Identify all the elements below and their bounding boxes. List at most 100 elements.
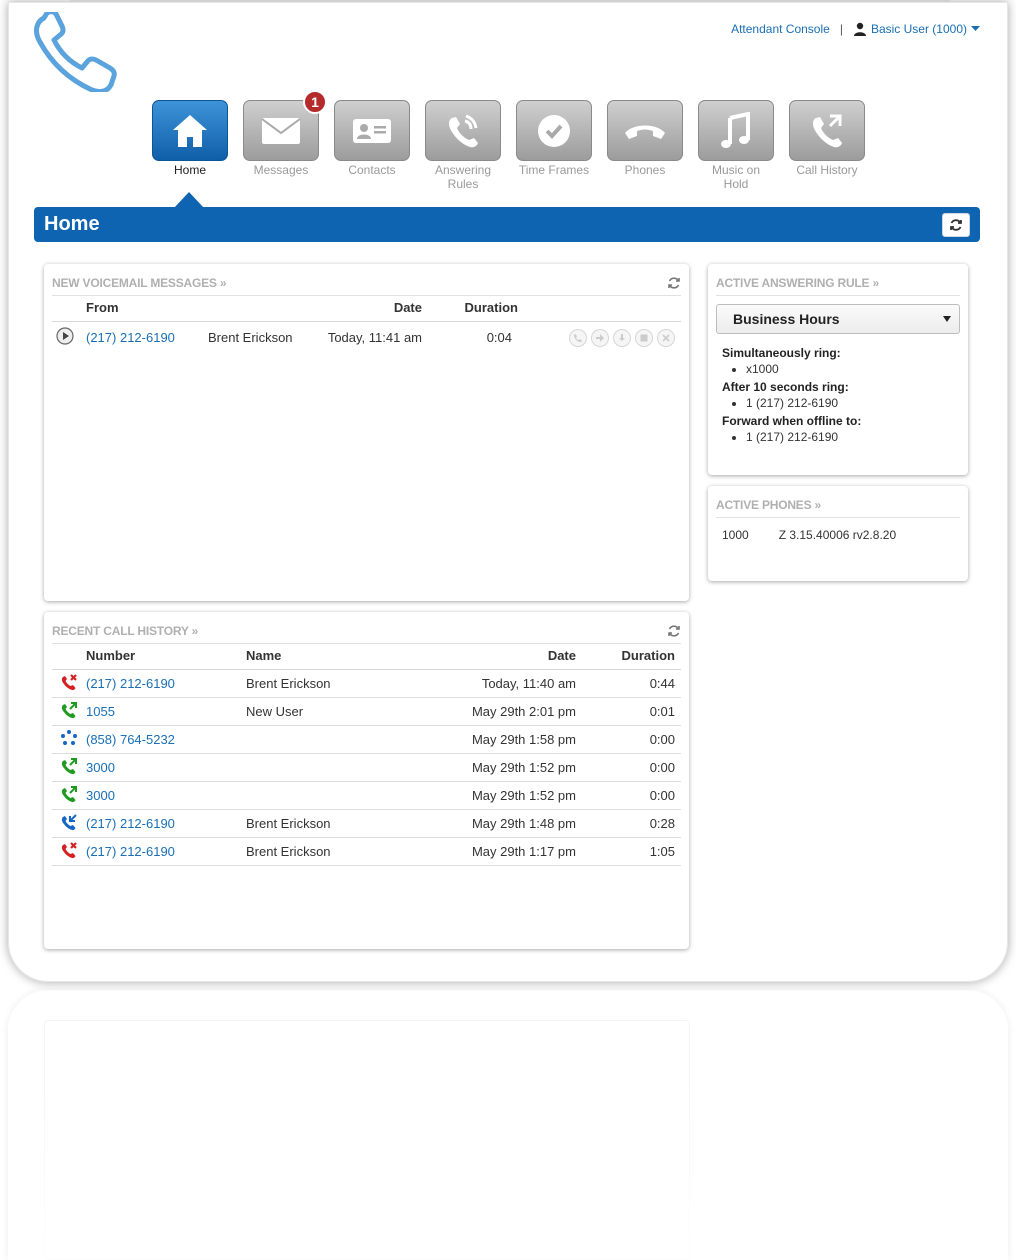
contact-card-icon	[353, 118, 391, 143]
ch-date: May 29th 1:17 pm	[406, 837, 576, 866]
call-history-row: 1055 New User May 29th 2:01 pm 0:01	[52, 697, 681, 726]
call-history-row: 3000 May 29th 1:52 pm 0:00	[52, 781, 681, 810]
tile-time-frames[interactable]: Time Frames	[516, 100, 592, 191]
tile-phones-label: Phones	[624, 163, 666, 177]
tile-home-button[interactable]	[152, 100, 228, 161]
envelope-icon	[261, 117, 301, 144]
answering-rule-details: Simultaneously ring: x1000 After 10 seco…	[716, 334, 960, 444]
ch-number[interactable]: 3000	[86, 760, 115, 775]
tile-contacts-button[interactable]	[334, 100, 410, 161]
user-menu-label: Basic User (1000)	[870, 22, 967, 36]
outgoing-call-icon	[61, 702, 77, 719]
ch-date: May 29th 2:01 pm	[406, 697, 576, 726]
vm-header-date: Date	[318, 296, 448, 322]
ch-number[interactable]: 1055	[86, 704, 115, 719]
call-history-row: (217) 212-6190 Brent Erickson May 29th 1…	[52, 837, 681, 866]
tile-contacts[interactable]: Contacts	[334, 100, 410, 191]
answering-rule-select[interactable]: Business Hours	[716, 304, 960, 334]
user-menu[interactable]: Basic User (1000)	[853, 22, 980, 36]
ch-name	[246, 753, 406, 782]
ch-date: May 29th 1:48 pm	[406, 809, 576, 838]
call-history-panel: RECENT CALL HISTORY » Number Name Date D…	[44, 612, 689, 949]
call-history-row: (217) 212-6190 Brent Erickson May 29th 1…	[52, 809, 681, 838]
ch-duration: 0:28	[576, 809, 681, 838]
active-tile-pointer	[174, 192, 204, 208]
voicemail-panel: NEW VOICEMAIL MESSAGES » From Date Durat…	[44, 264, 689, 601]
tile-music-on-hold[interactable]: Music on Hold	[698, 100, 774, 191]
vm-caller-number[interactable]: (217) 212-6190	[86, 330, 175, 345]
tile-answering-rules[interactable]: Answering Rules	[425, 100, 501, 191]
vm-header-duration: Duration	[448, 296, 518, 322]
ch-date: May 29th 1:52 pm	[406, 781, 576, 810]
page-refresh-button[interactable]	[942, 212, 970, 237]
active-phones-panel-header: ACTIVE PHONES »	[716, 496, 960, 518]
tile-time-frames-button[interactable]	[516, 100, 592, 161]
tile-phones-button[interactable]	[607, 100, 683, 161]
vm-caller-name: Brent Erickson	[208, 330, 293, 345]
rule-section-label: Simultaneously ring:	[722, 346, 841, 360]
select-caret-icon	[943, 316, 951, 322]
download-icon[interactable]	[613, 328, 631, 347]
call-history-refresh-icon[interactable]	[667, 624, 681, 638]
ch-date: May 29th 1:52 pm	[406, 753, 576, 782]
tile-music-on-hold-label: Music on Hold	[711, 163, 761, 191]
ch-header-number: Number	[86, 644, 246, 670]
clock-icon	[538, 114, 570, 147]
ch-number[interactable]: (217) 212-6190	[86, 816, 175, 831]
active-phones-panel: ACTIVE PHONES » 1000 Z 3.15.40006 rv2.8.…	[708, 486, 968, 581]
missed-call-icon	[61, 674, 77, 691]
tile-time-frames-label: Time Frames	[518, 163, 590, 177]
missed-call-icon	[61, 842, 77, 859]
voicemail-panel-title[interactable]: NEW VOICEMAIL MESSAGES »	[52, 276, 227, 290]
tile-phones[interactable]: Phones	[607, 100, 683, 191]
tile-answering-rules-button[interactable]	[425, 100, 501, 161]
tile-call-history-button[interactable]	[789, 100, 865, 161]
rule-section-item: x1000	[746, 362, 954, 376]
top-nav: Attendant Console | Basic User (1000)	[731, 22, 980, 36]
call-history-panel-title[interactable]: RECENT CALL HISTORY »	[52, 624, 198, 638]
phone-model: Z 3.15.40006 rv2.8.20	[778, 528, 897, 542]
call-history-table: Number Name Date Duration (217) 212-6190…	[52, 644, 681, 922]
ch-number[interactable]: (217) 212-6190	[86, 676, 175, 691]
ch-date: Today, 11:40 am	[406, 669, 576, 698]
ch-number[interactable]: (217) 212-6190	[86, 844, 175, 859]
tile-messages[interactable]: 1 Messages	[243, 90, 327, 191]
top-divider	[70, 0, 950, 2]
ch-number[interactable]: 3000	[86, 788, 115, 803]
tile-music-on-hold-button[interactable]	[698, 100, 774, 161]
rule-section-item: 1 (217) 212-6190	[746, 430, 954, 444]
phone-handset-icon	[625, 125, 665, 139]
messages-count-badge: 1	[303, 90, 327, 114]
ch-header-name: Name	[246, 644, 406, 670]
call-history-row: (217) 212-6190 Brent Erickson Today, 11:…	[52, 669, 681, 698]
call-history-row: (858) 764-5232 May 29th 1:58 pm 0:00	[52, 725, 681, 754]
ch-duration: 0:01	[576, 697, 681, 726]
dialpad-call-icon	[61, 730, 77, 745]
tile-home[interactable]: Home	[152, 100, 228, 191]
attendant-console-link[interactable]: Attendant Console	[731, 22, 830, 36]
ch-number[interactable]: (858) 764-5232	[86, 732, 175, 747]
tile-call-history-label: Call History	[796, 163, 858, 177]
ch-name	[246, 725, 406, 754]
ch-duration: 0:00	[576, 781, 681, 810]
user-icon	[853, 22, 866, 36]
call-history-icon	[813, 114, 842, 147]
voicemail-refresh-icon[interactable]	[667, 276, 681, 290]
save-icon[interactable]	[635, 328, 653, 347]
ch-date: May 29th 1:58 pm	[406, 725, 576, 754]
app-tiles: Home 1 Messages Contacts Answering Rules…	[152, 90, 865, 191]
home-icon	[173, 114, 207, 147]
play-icon[interactable]	[56, 327, 74, 345]
delete-icon[interactable]	[657, 328, 675, 347]
call-back-icon[interactable]	[569, 328, 587, 347]
forward-icon[interactable]	[591, 328, 609, 347]
ch-duration: 1:05	[576, 837, 681, 866]
outgoing-call-icon	[61, 786, 77, 803]
tile-answering-rules-label: Answering Rules	[434, 163, 492, 191]
music-note-icon	[721, 111, 750, 148]
tile-call-history[interactable]: Call History	[789, 100, 865, 191]
active-phones-panel-title[interactable]: ACTIVE PHONES »	[716, 498, 821, 512]
empty-row	[52, 894, 681, 922]
outgoing-call-icon	[61, 758, 77, 775]
answering-rule-panel-title[interactable]: ACTIVE ANSWERING RULE »	[716, 276, 879, 290]
